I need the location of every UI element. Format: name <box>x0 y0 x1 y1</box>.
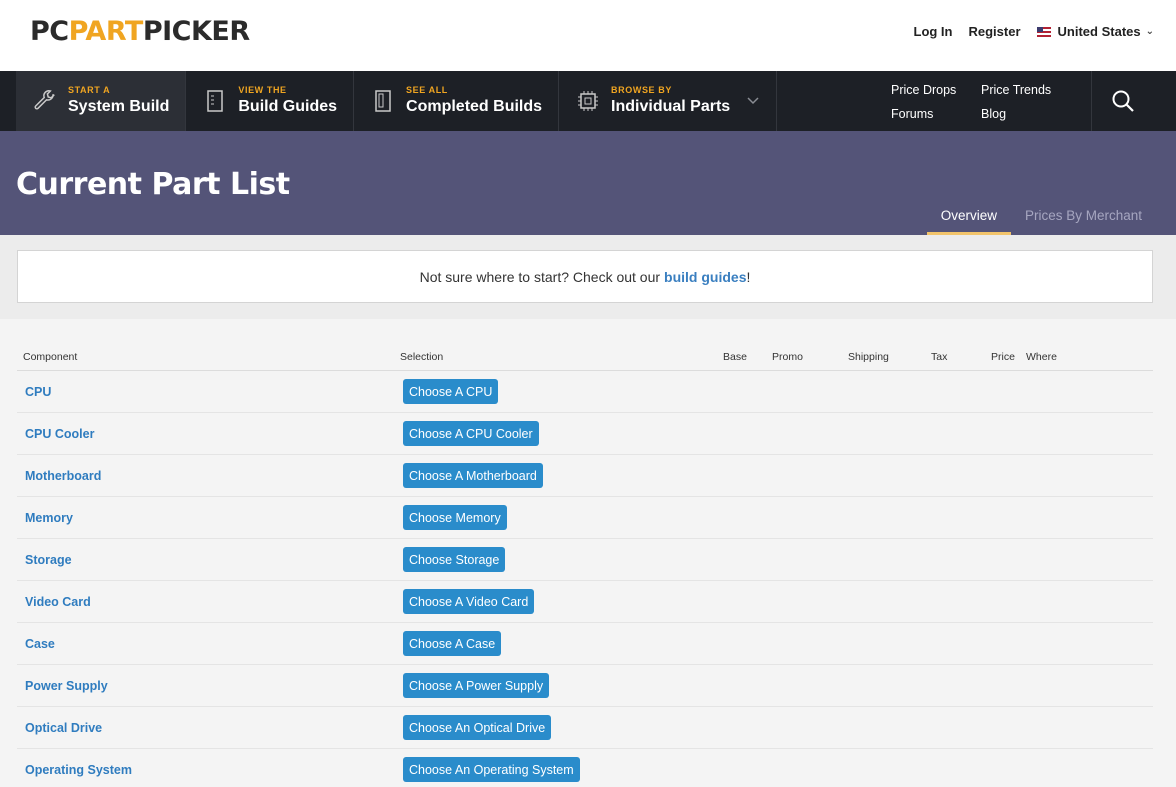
component-link[interactable]: Video Card <box>25 595 91 609</box>
nav-big-label: Completed Builds <box>406 98 543 115</box>
table-row: Storage Choose Storage <box>17 539 1153 581</box>
nav-big-label: Build Guides <box>238 98 338 115</box>
notice-suffix: ! <box>746 268 751 285</box>
component-link[interactable]: Memory <box>25 511 73 525</box>
login-link[interactable]: Log In <box>914 24 953 39</box>
header-tax: Tax <box>931 351 948 363</box>
choose-part-button[interactable]: Choose An Optical Drive <box>403 715 552 740</box>
choose-part-button[interactable]: Choose A Case <box>403 631 502 656</box>
nav-completed-builds[interactable]: SEE ALL Completed Builds <box>354 71 560 131</box>
chevron-down-icon <box>747 97 759 105</box>
tab-prices-by-merchant[interactable]: Prices By Merchant <box>1011 199 1156 235</box>
page-header: Current Part List Overview Prices By Mer… <box>0 131 1176 235</box>
logo-wordmark: PCPARTPICKER <box>30 15 250 47</box>
nav-big-label: Individual Parts <box>611 98 731 115</box>
table-row: CPU Choose A CPU <box>17 371 1153 413</box>
header-price: Price <box>991 351 1015 363</box>
notice-section: Not sure where to start? Check out our b… <box>0 235 1176 319</box>
table-row: Operating System Choose An Operating Syst… <box>17 749 1153 787</box>
table-row: Memory Choose Memory <box>17 497 1153 539</box>
nav-small-label: BROWSE BY <box>611 85 672 95</box>
header-component: Component <box>23 351 78 363</box>
main-nav: START A System Build VIEW THE Build Guides… <box>0 71 1176 131</box>
component-link[interactable]: Storage <box>25 553 72 567</box>
choose-part-button[interactable]: Choose A Power Supply <box>403 673 550 698</box>
choose-part-button[interactable]: Choose An Operating System <box>403 757 580 782</box>
nav-build-guides[interactable]: VIEW THE Build Guides <box>186 71 355 131</box>
table-row: Case Choose A Case <box>17 623 1153 665</box>
price-drops-link[interactable]: Price Drops <box>891 83 956 97</box>
component-link[interactable]: Optical Drive <box>25 721 102 735</box>
nav-individual-parts[interactable]: BROWSE BY Individual Parts <box>559 71 778 131</box>
view-tabs: Overview Prices By Merchant <box>926 199 1156 235</box>
chevron-down-icon: ⌄ <box>1145 26 1154 37</box>
country-selector[interactable]: United States ⌄ <box>1036 24 1154 39</box>
table-row: CPU Cooler Choose A CPU Cooler <box>17 413 1153 455</box>
table-row: Video Card Choose A Video Card <box>17 581 1153 623</box>
choose-part-button[interactable]: Choose A CPU Cooler <box>403 421 539 446</box>
chip-icon <box>575 88 601 114</box>
register-link[interactable]: Register <box>969 24 1021 39</box>
country-label: United States <box>1057 24 1141 39</box>
component-link[interactable]: Case <box>25 637 55 651</box>
top-bar: PCPARTPICKER Log In Register United Stat… <box>0 0 1176 71</box>
price-trends-link[interactable]: Price Trends <box>981 83 1051 97</box>
header-promo: Promo <box>772 351 803 363</box>
component-link[interactable]: CPU <box>25 385 51 399</box>
component-link[interactable]: Power Supply <box>25 679 108 693</box>
nav-small-label: SEE ALL <box>406 85 448 95</box>
component-link[interactable]: CPU Cooler <box>25 427 94 441</box>
notice-text: Not sure where to start? Check out our <box>419 268 661 285</box>
header-shipping: Shipping <box>848 351 889 363</box>
guide-icon <box>202 88 228 114</box>
search-button[interactable] <box>1091 71 1153 131</box>
table-header: Component Selection Base Promo Shipping … <box>17 342 1153 371</box>
choose-part-button[interactable]: Choose A Video Card <box>403 589 535 614</box>
site-logo[interactable]: PCPARTPICKER <box>16 7 250 55</box>
choose-part-button[interactable]: Choose Memory <box>403 505 507 530</box>
page-title: Current Part List <box>16 167 290 202</box>
header-base: Base <box>723 351 747 363</box>
notice-box: Not sure where to start? Check out our b… <box>17 250 1153 303</box>
part-list-table: Component Selection Base Promo Shipping … <box>17 342 1153 787</box>
case-icon <box>370 88 396 114</box>
choose-part-button[interactable]: Choose A Motherboard <box>403 463 543 488</box>
component-link[interactable]: Operating System <box>25 763 132 777</box>
nav-small-label: VIEW THE <box>238 85 287 95</box>
nav-big-label: System Build <box>68 98 170 115</box>
build-guides-link[interactable]: build guides <box>664 269 746 285</box>
wrench-icon <box>32 88 58 114</box>
nav-system-build[interactable]: START A System Build <box>16 71 187 131</box>
nav-small-label: START A <box>68 85 111 95</box>
choose-part-button[interactable]: Choose Storage <box>403 547 506 572</box>
table-row: Optical Drive Choose An Optical Drive <box>17 707 1153 749</box>
choose-part-button[interactable]: Choose A CPU <box>403 379 499 404</box>
forums-link[interactable]: Forums <box>891 107 933 121</box>
us-flag-icon <box>1036 26 1051 37</box>
header-selection: Selection <box>400 351 444 363</box>
account-links: Log In Register United States ⌄ <box>898 24 1155 39</box>
blog-link[interactable]: Blog <box>981 107 1006 121</box>
header-where: Where <box>1026 351 1057 363</box>
table-row: Motherboard Choose A Motherboard <box>17 455 1153 497</box>
search-icon <box>1112 90 1134 112</box>
component-link[interactable]: Motherboard <box>25 469 101 483</box>
table-row: Power Supply Choose A Power Supply <box>17 665 1153 707</box>
tab-overview[interactable]: Overview <box>926 199 1011 235</box>
